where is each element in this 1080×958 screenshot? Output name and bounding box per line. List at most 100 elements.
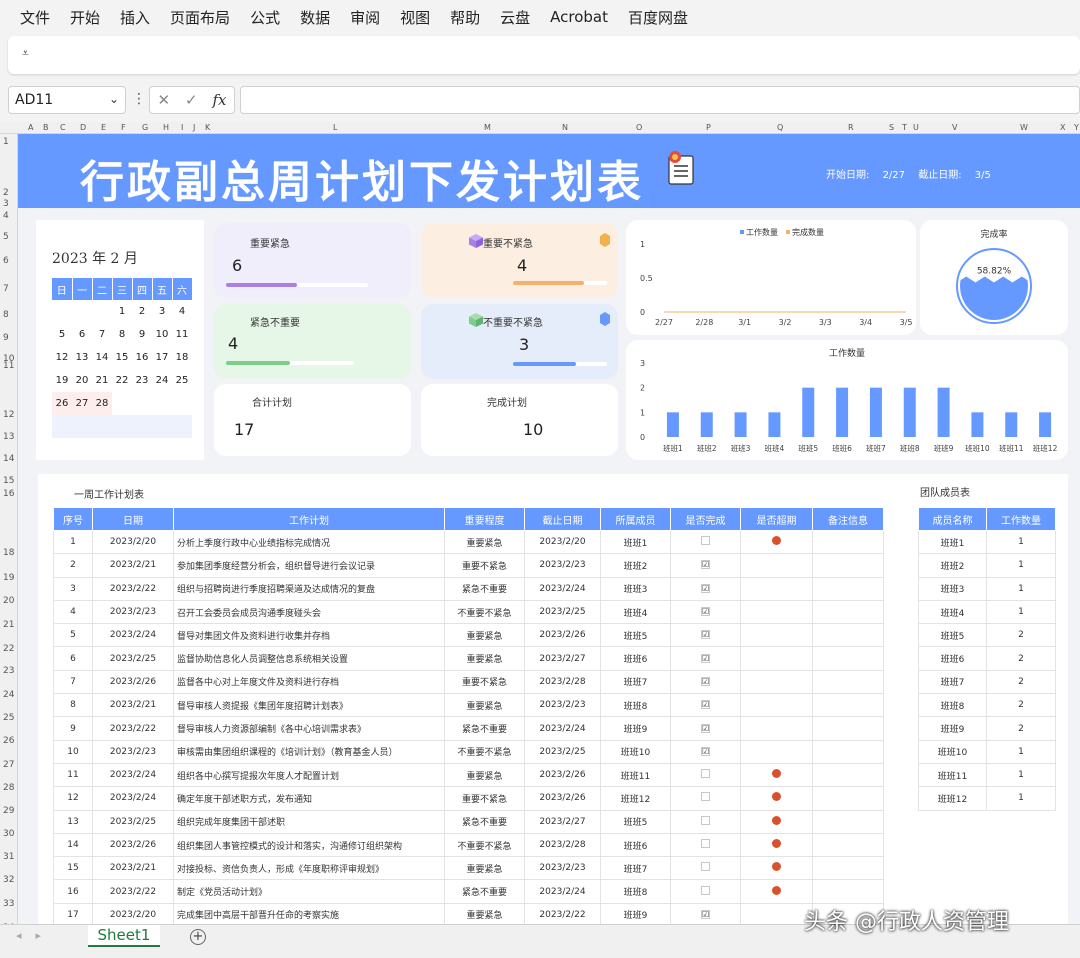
column-label[interactable]: G — [142, 123, 148, 132]
column-header-cell[interactable]: 截止日期 — [524, 507, 601, 531]
table-cell[interactable]: ☑ — [670, 739, 741, 764]
table-row[interactable]: 2 2023/2/21 参加集团季度经营分析会，组织督导进行会议记录 重要不紧急 202… — [53, 553, 884, 578]
table-cell[interactable] — [740, 809, 813, 834]
table-cell[interactable] — [812, 553, 884, 578]
row-label[interactable]: 18 — [3, 548, 14, 558]
table-cell[interactable]: 紧急不重要 — [444, 576, 525, 601]
calendar-day[interactable]: 11 — [172, 323, 192, 346]
column-header-cell[interactable]: 序号 — [53, 507, 93, 531]
table-cell[interactable]: 重要紧急 — [444, 762, 525, 788]
column-label[interactable]: M — [484, 123, 491, 132]
table-cell[interactable]: 2023/2/24 — [92, 623, 174, 648]
table-cell[interactable]: 2023/2/26 — [92, 669, 174, 695]
table-cell[interactable]: 班班5 — [600, 809, 671, 834]
table-cell[interactable]: 2023/2/26 — [524, 762, 601, 788]
calendar-day[interactable] — [152, 392, 172, 415]
table-cell[interactable]: 班班7 — [918, 669, 987, 695]
table-cell[interactable] — [740, 762, 813, 788]
calendar-day[interactable] — [112, 392, 132, 415]
calendar-day[interactable]: 21 — [92, 369, 112, 392]
table-cell[interactable] — [740, 693, 813, 718]
table-cell[interactable]: ☑ — [670, 576, 741, 601]
calendar-day[interactable]: 28 — [92, 392, 112, 415]
table-cell[interactable]: 督导审核人力资源部编制《各中心培训需求表》 — [173, 716, 445, 741]
column-label[interactable]: Q — [777, 123, 783, 132]
table-cell[interactable]: 组织各中心撰写提报次年度人才配置计划 — [173, 762, 445, 788]
table-cell[interactable]: 班班5 — [600, 623, 671, 648]
table-row[interactable]: 班班9 2 — [918, 716, 1056, 741]
menu-item[interactable]: 帮助 — [450, 7, 480, 28]
table-cell[interactable]: 2023/2/28 — [524, 832, 601, 858]
table-cell[interactable]: 2 — [986, 623, 1056, 648]
table-cell[interactable]: 确定年度干部述职方式，发布通知 — [173, 786, 445, 811]
table-cell[interactable]: 1 — [986, 553, 1056, 578]
table-cell[interactable]: 1 — [986, 739, 1056, 764]
table-cell[interactable]: 班班8 — [600, 693, 671, 718]
table-cell[interactable] — [812, 623, 884, 648]
table-cell[interactable]: 班班4 — [918, 599, 987, 625]
table-cell[interactable]: 班班6 — [600, 832, 671, 858]
table-cell[interactable] — [812, 832, 884, 858]
row-label[interactable]: 5 — [3, 232, 9, 242]
calendar-day[interactable]: 6 — [72, 323, 92, 346]
insert-function-icon[interactable]: fx — [213, 91, 227, 109]
table-cell[interactable]: 1 — [53, 529, 93, 555]
table-cell[interactable] — [740, 599, 813, 625]
table-cell[interactable]: 2023/2/27 — [524, 809, 601, 834]
table-cell[interactable]: 组织与招聘岗进行季度招聘渠道及达成情况的复盘 — [173, 576, 445, 601]
table-cell[interactable]: 2023/2/22 — [92, 576, 174, 601]
row-label[interactable]: 12 — [3, 410, 14, 420]
table-cell[interactable]: 重要紧急 — [444, 693, 525, 718]
table-cell[interactable]: 监督协助信息化人员调整信息系统相关设置 — [173, 646, 445, 671]
table-cell[interactable] — [740, 786, 813, 811]
table-cell[interactable] — [740, 716, 813, 741]
table-cell[interactable]: 2023/2/21 — [92, 693, 174, 718]
menu-item[interactable]: 公式 — [250, 7, 280, 28]
table-cell[interactable]: 2023/2/21 — [92, 553, 174, 578]
table-cell[interactable] — [812, 856, 884, 881]
table-cell[interactable]: 2023/2/26 — [524, 786, 601, 811]
menu-item[interactable]: 云盘 — [500, 7, 530, 28]
calendar-day[interactable] — [152, 415, 172, 438]
calendar-day[interactable] — [92, 415, 112, 438]
table-cell[interactable]: 班班3 — [600, 576, 671, 601]
sheet-tab-active[interactable]: Sheet1 — [88, 925, 160, 947]
checkbox-checked[interactable]: ☑ — [701, 676, 710, 686]
table-cell[interactable]: 2023/2/27 — [524, 646, 601, 671]
row-label[interactable]: 8 — [3, 310, 9, 320]
table-cell[interactable]: 重要不紧急 — [444, 786, 525, 811]
table-cell[interactable]: 召开工会委员会成员沟通季度碰头会 — [173, 599, 445, 625]
calendar-day[interactable]: 8 — [112, 323, 132, 346]
row-label[interactable]: 14 — [3, 454, 14, 464]
calendar-day[interactable]: 25 — [172, 369, 192, 392]
table-cell[interactable]: 2023/2/23 — [92, 599, 174, 625]
table-cell[interactable] — [740, 669, 813, 695]
table-cell[interactable] — [812, 669, 884, 695]
table-cell[interactable]: 2 — [986, 646, 1056, 671]
table-cell[interactable]: 2023/2/26 — [524, 623, 601, 648]
calendar-day[interactable] — [92, 300, 112, 323]
table-cell[interactable]: ☑ — [670, 693, 741, 718]
checkbox-checked[interactable]: ☑ — [701, 653, 710, 663]
table-cell[interactable] — [670, 809, 741, 834]
menu-item[interactable]: 视图 — [400, 7, 430, 28]
table-cell[interactable] — [670, 529, 741, 555]
table-cell[interactable]: 班班10 — [600, 739, 671, 764]
table-cell[interactable]: 班班9 — [918, 716, 987, 741]
table-cell[interactable]: 班班8 — [600, 879, 671, 904]
table-row[interactable]: 1 2023/2/20 分析上季度行政中心业绩指标完成情况 重要紧急 2023/2/20… — [53, 529, 884, 555]
table-cell[interactable]: 1 — [986, 576, 1056, 601]
table-row[interactable]: 班班5 2 — [918, 623, 1056, 648]
table-cell[interactable] — [740, 553, 813, 578]
table-row[interactable]: 班班7 2 — [918, 669, 1056, 695]
table-cell[interactable] — [812, 786, 884, 811]
calendar-day[interactable]: 22 — [112, 369, 132, 392]
table-cell[interactable]: 13 — [53, 809, 93, 834]
row-label[interactable]: 30 — [3, 829, 14, 839]
table-cell[interactable]: 班班11 — [918, 762, 987, 788]
column-header-cell[interactable]: 是否超期 — [740, 507, 813, 531]
table-cell[interactable]: ☑ — [670, 716, 741, 741]
table-cell[interactable]: 班班1 — [600, 529, 671, 555]
table-cell[interactable]: 8 — [53, 693, 93, 718]
table-cell[interactable]: 班班3 — [918, 576, 987, 601]
